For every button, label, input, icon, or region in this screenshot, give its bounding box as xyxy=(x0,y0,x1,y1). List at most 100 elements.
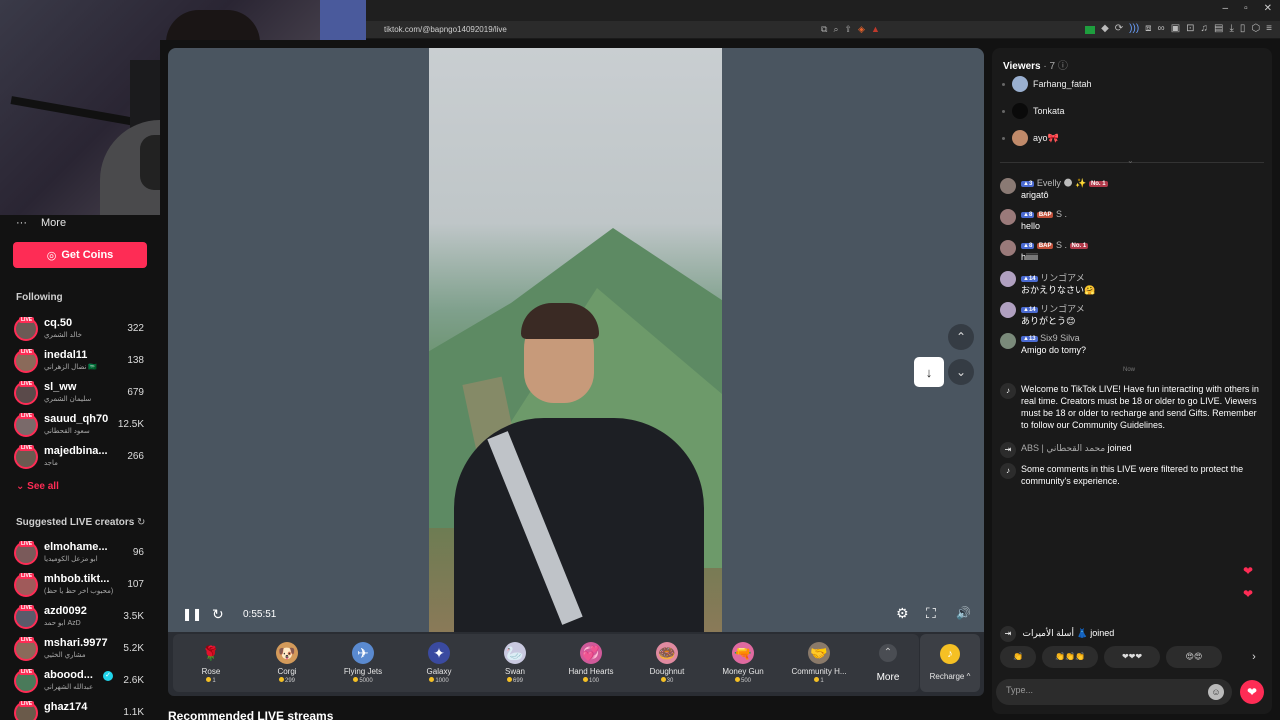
following-item[interactable]: LIVE sauud_qh70 سعود القحطاني 12.5K xyxy=(14,411,148,439)
brave-shield-icon[interactable]: ◈ xyxy=(858,24,865,35)
viewers-header[interactable]: Viewers · 7 ⓘ xyxy=(1003,57,1068,72)
minimize-icon[interactable]: – xyxy=(1223,3,1229,14)
suggested-item[interactable]: LIVE mhbob.tikt... (محبوب اخر حظ يا حظ) … xyxy=(14,571,148,599)
pause-icon[interactable]: ❚❚ xyxy=(182,607,202,621)
quick-reply-button[interactable]: ❤❤❤ xyxy=(1104,646,1160,668)
viewer-count: 3.5K xyxy=(123,611,144,622)
suggested-item[interactable]: LIVE ghaz174 1.1K xyxy=(14,699,148,720)
viewer-item[interactable]: Tonkata xyxy=(1002,103,1252,121)
suggested-username: mhbob.tikt... xyxy=(44,573,110,585)
menu-icon[interactable]: ≡ xyxy=(1266,23,1272,34)
recharge-button[interactable]: ♪ Recharge ^ xyxy=(920,634,980,692)
more-menu-item[interactable]: ··· More xyxy=(16,217,66,229)
extension-sound-icon[interactable]: ))) xyxy=(1129,23,1139,34)
downloads-icon[interactable]: ⤓ xyxy=(1229,23,1233,34)
tiktok-logo-icon: ♪ xyxy=(1000,383,1016,399)
suggested-item[interactable]: LIVE elmohame... ابو مزعل الكوميديا 96 xyxy=(14,539,148,567)
avatar: LIVE xyxy=(14,349,38,373)
address-bar[interactable]: tiktok.com/@bapngo14092019/live ⧉ ⌕ ⇪ ◈ … xyxy=(366,21,1280,39)
extension-puzzle-icon[interactable]: ⧈ xyxy=(1145,23,1151,34)
gift-item[interactable]: 🤝 Community H... 1 xyxy=(781,634,857,692)
zoom-icon[interactable]: ⌕ xyxy=(833,24,838,35)
viewer-name: Tonkata xyxy=(1033,106,1065,116)
avatar xyxy=(1000,178,1016,194)
join-text: ABS | محمد القحطاني joined xyxy=(1021,442,1264,454)
gift-item[interactable]: 💞 Hand Hearts 100 xyxy=(553,634,629,692)
chevron-right-icon[interactable]: › xyxy=(1244,646,1264,668)
extension-diamond-icon[interactable]: ◆ xyxy=(1101,23,1109,34)
gift-item[interactable]: 🔫 Money Gun 500 xyxy=(705,634,781,692)
previous-live-button[interactable]: ⌃ xyxy=(948,324,974,350)
wallet-icon[interactable]: ▯ xyxy=(1240,23,1246,34)
volume-icon[interactable]: 🔊 xyxy=(956,606,971,620)
gift-item[interactable]: ✦ Galaxy 1000 xyxy=(401,634,477,692)
flying-jets-icon: ✈ xyxy=(352,642,374,664)
message-user: Six9 Silva xyxy=(1040,333,1080,343)
sidebar-icon[interactable]: ▤ xyxy=(1214,23,1223,34)
hand-hearts-icon: 💞 xyxy=(580,642,602,664)
following-item[interactable]: LIVE sl_ww سليمان الشمري 679 xyxy=(14,379,148,407)
url-text[interactable]: tiktok.com/@bapngo14092019/live xyxy=(384,25,507,34)
viewer-count: 266 xyxy=(127,451,144,462)
rank-badge: No. 1 xyxy=(1088,180,1108,187)
joined-user[interactable]: ABS | محمد القحطاني xyxy=(1021,443,1105,453)
comment-box[interactable]: ☺ xyxy=(996,679,1232,705)
refresh-icon[interactable]: ↻ xyxy=(137,517,145,528)
gift-item[interactable]: 🐶 Corgi 299 xyxy=(249,634,325,692)
gift-item[interactable]: 🦢 Swan 699 xyxy=(477,634,553,692)
following-title: Following xyxy=(16,292,63,303)
see-all-link[interactable]: ⌄ See all xyxy=(16,481,59,492)
emoji-icon[interactable]: ☺ xyxy=(1208,684,1224,700)
level-badge: ▲8 xyxy=(1021,211,1035,218)
following-item[interactable]: LIVE cq.50 خالد الشمري 322 xyxy=(14,315,148,343)
gift-item[interactable]: 🌹 Rose 1 xyxy=(173,634,249,692)
joined-user[interactable]: أسلة الأميرات 👗 xyxy=(1023,628,1088,638)
viewer-item[interactable]: Farhang_fatah xyxy=(1002,76,1252,94)
like-button[interactable]: ❤ xyxy=(1240,680,1264,704)
gift-price: 1 xyxy=(173,677,249,684)
get-coins-button[interactable]: ◎ Get Coins xyxy=(13,242,147,268)
quick-reply-button[interactable]: 👏 xyxy=(1000,646,1036,668)
joined-label: joined xyxy=(1090,628,1115,638)
viewer-item[interactable]: ayo🎀 xyxy=(1002,130,1252,148)
extension-vpn-icon[interactable]: ⟳ xyxy=(1115,23,1123,34)
maximize-icon[interactable]: ▫ xyxy=(1244,3,1248,14)
extension-green-icon[interactable] xyxy=(1085,26,1096,34)
following-item[interactable]: LIVE inedal11 نضال الزهراني 🇸🇦 138 xyxy=(14,347,148,375)
close-icon[interactable]: ✕ xyxy=(1264,3,1272,14)
download-button[interactable]: ↓ xyxy=(914,357,944,387)
more-gifts-label: More xyxy=(876,672,900,683)
extension-box-icon[interactable]: ▣ xyxy=(1171,23,1180,34)
gift-item[interactable]: ✈ Flying Jets 5000 xyxy=(325,634,401,692)
live-video[interactable] xyxy=(429,48,722,632)
extension-screenshot-icon[interactable]: ⊡ xyxy=(1186,23,1194,34)
viewer-name: Farhang_fatah xyxy=(1033,79,1092,89)
following-item[interactable]: LIVE majedbina... ماجد 266 xyxy=(14,443,148,471)
settings-icon[interactable]: ⚙ xyxy=(896,605,909,622)
level-badge: ▲8 xyxy=(1021,242,1035,249)
info-icon[interactable]: ⓘ xyxy=(1058,61,1068,72)
fullscreen-icon[interactable]: ⛶ xyxy=(926,605,936,622)
more-gifts-button[interactable]: ⌃ More xyxy=(857,634,919,692)
avatar xyxy=(1000,271,1016,287)
extension-link-icon[interactable]: ∞ xyxy=(1158,23,1165,34)
download-arrow-icon: ↓ xyxy=(925,364,933,380)
chevron-down-icon[interactable]: ⌄ xyxy=(1127,156,1134,165)
gift-item[interactable]: 🍩 Doughnut 30 xyxy=(629,634,705,692)
following-nickname: خالد الشمري xyxy=(44,332,82,339)
comment-input[interactable] xyxy=(1006,685,1206,695)
avatar: LIVE xyxy=(14,445,38,469)
quick-reply-button[interactable]: 👏👏👏 xyxy=(1042,646,1098,668)
suggested-item[interactable]: LIVE aboood... ✓ عبدالله الشهراني 2.6K xyxy=(14,667,148,695)
suggested-item[interactable]: LIVE mshari.9977 مشاري الخثيي 5.2K xyxy=(14,635,148,663)
quick-reply-button[interactable]: 😍😍 xyxy=(1166,646,1222,668)
refresh-icon[interactable]: ↻ xyxy=(212,606,224,623)
next-live-button[interactable]: ⌄ xyxy=(948,359,974,385)
rewards-icon[interactable]: ▲ xyxy=(871,24,880,35)
reader-icon[interactable]: ⧉ xyxy=(821,24,827,35)
profile-icon[interactable]: ⬡ xyxy=(1251,23,1260,34)
share-icon[interactable]: ⇪ xyxy=(844,24,852,35)
music-icon[interactable]: ♫ xyxy=(1201,23,1209,34)
avatar xyxy=(1000,240,1016,256)
suggested-item[interactable]: LIVE azd0092 ابو حمد AzD 3.5K xyxy=(14,603,148,631)
